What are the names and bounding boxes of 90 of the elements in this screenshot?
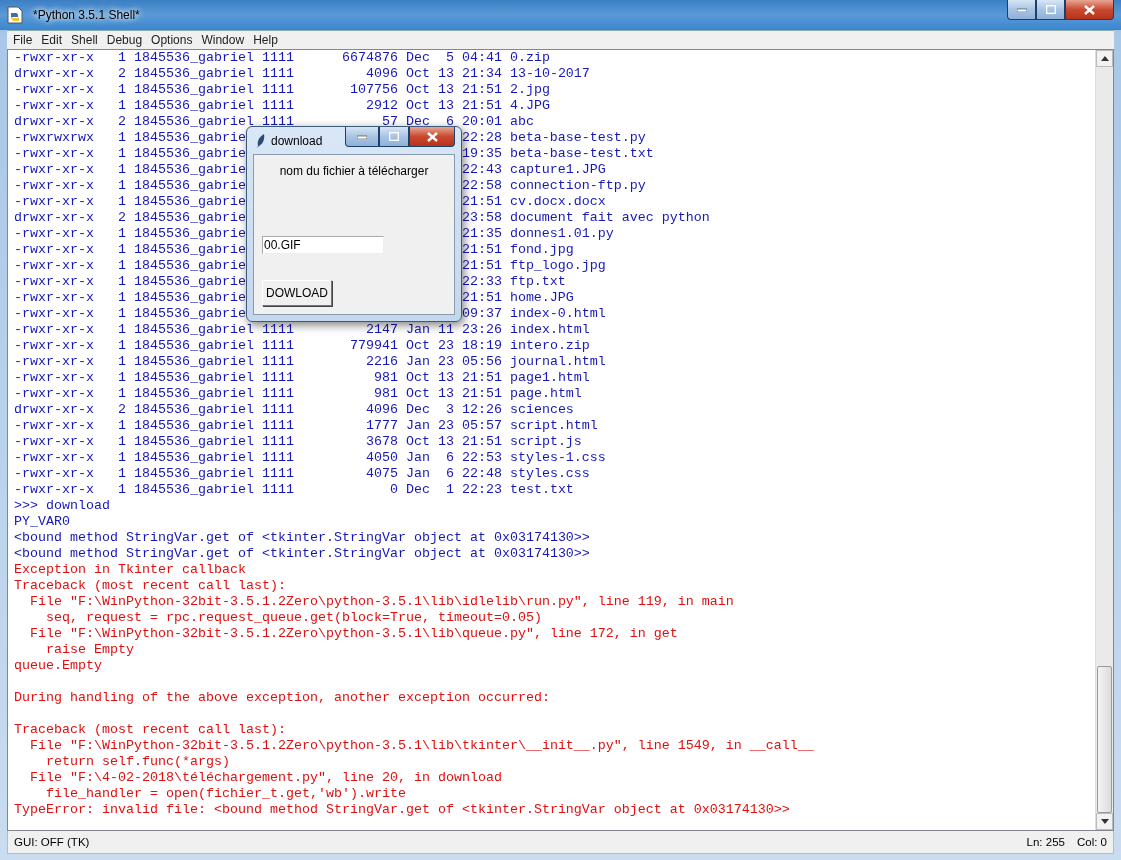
minimize-icon (357, 134, 367, 139)
python-file-icon (7, 6, 23, 24)
error-line: return self.func(*args) (45, 754, 230, 770)
shell-output-line: 09:37 index-0.html (461, 306, 606, 322)
close-icon (1084, 4, 1095, 15)
shell-output-line: -rwxr-xr-x 1 1845536_gabriel 1111 2147 Jan 11 23:26 index.html (14, 322, 590, 338)
shell-output-line: 21:35 donnes1.01.py (461, 226, 614, 242)
filename-field[interactable]: 00.GIF (262, 236, 384, 254)
close-button[interactable] (409, 127, 455, 147)
shell-output-line: 22:58 connection-ftp.py (461, 178, 646, 194)
window-title: *Python 3.5.1 Shell* (32, 8, 141, 22)
shell-output-line: <bound method StringVar.get of <tkinter.StringVar object at 0x03174130>> (14, 546, 590, 562)
maximize-button[interactable] (379, 127, 409, 147)
shell-output-line: -rwxrwxrwx 1 1845536_gabrie (14, 130, 246, 146)
download-button[interactable]: DOWLOAD (262, 280, 332, 306)
menu-item[interactable]: Options (151, 33, 199, 47)
shell-output-line: -rwxr-xr-x 1 1845536_gabrie (14, 306, 246, 322)
shell-output-line: 21:51 ftp_logo.jpg (461, 258, 606, 274)
close-button[interactable] (1065, 0, 1114, 20)
minimize-button[interactable] (345, 127, 379, 147)
status-text: GUI: OFF (TK) (14, 836, 90, 848)
shell-output-line: -rwxr-xr-x 1 1845536_gabrie (14, 274, 246, 290)
shell-output-line: -rwxr-xr-x 1 1845536_gabrie (14, 258, 246, 274)
shell-output-line: -rwxr-xr-x 1 1845536_gabriel 1111 1777 Jan 23 05:57 script.html (14, 418, 598, 434)
menu-item[interactable]: Debug (106, 33, 149, 47)
shell-output-line: -rwxr-xr-x 1 1845536_gabrie (14, 146, 246, 162)
scroll-up-icon[interactable] (1100, 56, 1109, 61)
error-line: Traceback (most recent call last): (14, 578, 286, 594)
shell-output-line: drwxr-xr-x 2 1845536_gabriel 1111 57 Dec 6 20:01 abc (14, 114, 534, 130)
error-line: TypeError: invalid file: <bound method StringVar.get of <tkinter.StringVar object at 0x03174130>> (14, 802, 790, 818)
menu-item[interactable]: Window (201, 33, 251, 47)
error-line: File "F:\4-02-2018\téléchargement.py", line 20, in download (29, 770, 502, 786)
shell-output-line: -rwxr-xr-x 1 1845536_gabriel 1111 4050 Jan 6 22:53 styles-1.css (14, 450, 606, 466)
shell-output-line: -rwxr-xr-x 1 1845536_gabriel 1111 981 Oct 13 21:51 page.html (14, 386, 582, 402)
minimize-icon (1016, 7, 1027, 12)
shell-output-line: -rwxr-xr-x 1 1845536_gabriel 1111 2912 Oct 13 21:51 4.JPG (14, 98, 550, 114)
maximize-button[interactable] (1036, 0, 1065, 20)
shell-output-line: 21:51 fond.jpg (461, 242, 574, 258)
menu-item[interactable]: Help (253, 33, 284, 47)
menu-item[interactable]: Edit (41, 33, 69, 47)
dialog-title: download (271, 132, 323, 149)
shell-output-line: drwxr-xr-x 2 1845536_gabriel 1111 4096 Oct 13 21:34 13-10-2017 (14, 66, 590, 82)
column-number: Col: 0 (1076, 836, 1107, 848)
shell-output-line: -rwxr-xr-x 1 1845536_gabrie (14, 162, 246, 178)
shell-output-line: 22:43 capture1.JPG (461, 162, 606, 178)
shell-output-line: -rwxr-xr-x 1 1845536_gabriel 1111 6674876 Dec 5 04:41 0.zip (14, 50, 550, 66)
error-line: seq, request = rpc.request_queue.get(block=True, timeout=0.05) (45, 610, 542, 626)
shell-output-line: -rwxr-xr-x 1 1845536_gabriel 1111 4075 Jan 6 22:48 styles.css (14, 466, 590, 482)
shell-output-line: <bound method StringVar.get of <tkinter.StringVar object at 0x03174130>> (14, 530, 590, 546)
shell-output-line: -rwxr-xr-x 1 1845536_gabrie (14, 178, 246, 194)
shell-output-line: -rwxr-xr-x 1 1845536_gabriel 1111 981 Oct 13 21:51 page1.html (14, 370, 590, 386)
scroll-down-icon[interactable] (1100, 819, 1109, 824)
shell-output-line: 22:28 beta-base-test.py (461, 130, 646, 146)
shell-output-line: 21:51 cv.docx.docx (461, 194, 606, 210)
shell-output-line: 23:58 document fait avec python (461, 210, 710, 226)
scrollbar-thumb[interactable] (1097, 666, 1112, 813)
shell-output-line: -rwxr-xr-x 1 1845536_gabrie (14, 226, 246, 242)
close-icon (426, 131, 438, 142)
shell-output-line: PY_VAR0 (14, 514, 70, 530)
menu-item[interactable]: File (13, 33, 39, 47)
error-line: raise Empty (45, 642, 134, 658)
error-line: File "F:\WinPython-32bit-3.5.1.2Zero\python-3.5.1\lib\tkinter\__init__.py", line 1549, in __call__ (29, 738, 814, 754)
field-label: nom du fichier à télécharger (278, 163, 430, 179)
shell-output-line: -rwxr-xr-x 1 1845536_gabriel 1111 779941 Oct 23 18:19 intero.zip (14, 338, 590, 354)
error-line: queue.Empty (14, 658, 102, 674)
error-line: Traceback (most recent call last): (14, 722, 286, 738)
shell-output-line: -rwxr-xr-x 1 1845536_gabriel 1111 107756 Oct 13 21:51 2.jpg (14, 82, 550, 98)
shell-output-line: drwxr-xr-x 2 1845536_gabriel 1111 4096 Dec 3 12:26 sciences (14, 402, 574, 418)
shell-output-line: 22:33 ftp.txt (461, 274, 566, 290)
maximize-icon (389, 132, 399, 141)
error-line: Exception in Tkinter callback (14, 562, 246, 578)
error-line: file_handler = open(fichier_t.get,'wb').write (45, 786, 406, 802)
maximize-icon (1045, 5, 1056, 14)
shell-output-line: 19:35 beta-base-test.txt (461, 146, 654, 162)
error-line: During handling of the above exception, another exception occurred: (14, 690, 550, 706)
shell-output-line: 21:51 home.JPG (461, 290, 574, 306)
prompt-line: >>> download (14, 498, 110, 514)
shell-output-line: -rwxr-xr-x 1 1845536_gabriel 1111 2216 Jan 23 05:56 journal.html (14, 354, 606, 370)
shell-output-line: -rwxr-xr-x 1 1845536_gabrie (14, 194, 246, 210)
error-line: File "F:\WinPython-32bit-3.5.1.2Zero\python-3.5.1\lib\idlelib\run.py", line 119, in main (29, 594, 734, 610)
shell-output-line: -rwxr-xr-x 1 1845536_gabriel 1111 3678 Oct 13 21:51 script.js (14, 434, 582, 450)
shell-output-line: -rwxr-xr-x 1 1845536_gabriel 1111 0 Dec 1 22:23 test.txt (14, 482, 574, 498)
error-line: File "F:\WinPython-32bit-3.5.1.2Zero\python-3.5.1\lib\queue.py", line 172, in get (29, 626, 678, 642)
shell-output-line: drwxr-xr-x 2 1845536_gabrie (14, 210, 246, 226)
line-number: Ln: 255 (1026, 836, 1065, 848)
shell-output-line: -rwxr-xr-x 1 1845536_gabrie (14, 290, 246, 306)
menu-item[interactable]: Shell (71, 33, 104, 47)
shell-output-line: -rwxr-xr-x 1 1845536_gabrie (14, 242, 246, 258)
minimize-button[interactable] (1007, 0, 1036, 20)
feather-icon (257, 133, 265, 148)
